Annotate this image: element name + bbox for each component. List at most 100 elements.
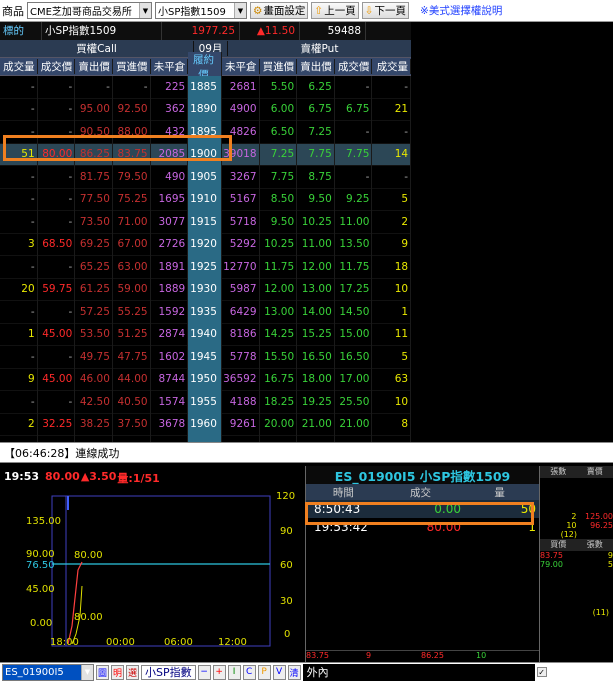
cell-poi: 5987 <box>222 278 260 301</box>
next-page-button[interactable]: ⇩ 下一頁 <box>361 2 410 19</box>
cell-ca: 90.50 <box>75 120 113 143</box>
option-row[interactable]: - -57.25 55.25 1592 1935 6429 13.00 14.00 14.50 1 <box>0 300 411 324</box>
cell-pp: 15.00 <box>335 323 373 346</box>
chain-column-header: 成交量 成交價 賣出價 買進價 未平倉 履約價 未平倉 買進價 賣出價 成交價 … <box>0 51 411 82</box>
cell-k: 1890 <box>188 98 222 121</box>
cell-poi: 2681 <box>222 75 260 98</box>
x-tick: 18:00 <box>50 637 79 648</box>
cell-cp: - <box>38 75 76 98</box>
contract-select[interactable]: 小SP指數1509 ▼ <box>155 2 247 19</box>
cell-poi: 5167 <box>222 188 260 211</box>
option-row[interactable]: - -95.00 92.50 362 1890 4900 6.00 6.75 6.75 21 <box>0 98 411 121</box>
cell-ca: 49.75 <box>75 345 113 368</box>
footer-val: 9 <box>366 651 372 660</box>
cell-ca: 73.50 <box>75 210 113 233</box>
ticker-row[interactable]: 19:53:42 80.00 1 <box>306 518 539 536</box>
cell-pv: - <box>372 75 411 98</box>
option-row[interactable]: - -90.50 88.00 432 1895 4826 6.50 7.25- - <box>0 120 411 144</box>
settings-button[interactable]: ⚙ 畫面設定 <box>250 2 309 19</box>
underlying-price: 1977.25 <box>162 22 240 40</box>
c-icon[interactable]: C <box>242 664 256 680</box>
arrow-up-icon: ⇧ <box>314 4 324 17</box>
cell-cv: 3 <box>0 233 38 256</box>
option-row[interactable]: - -42.50 40.50 1574 1955 4188 18.25 19.25 25.50 1… <box>0 390 411 414</box>
american-option-help-link[interactable]: ※美式選擇權說明 <box>420 3 502 18</box>
cell-pv: 8 <box>372 413 411 436</box>
cell-poi: 12770 <box>222 255 260 278</box>
option-row[interactable]: - -77.50 75.25 1695 1910 5167 8.50 9.50 9.25 5 <box>0 188 411 211</box>
cell-coi: 1602 <box>151 345 189 368</box>
clear-icon[interactable]: 清 <box>287 664 301 680</box>
option-row[interactable]: - -65.25 63.00 1891 1925 12770 11.75 12.00 11.75… <box>0 255 411 279</box>
cell-pp: - <box>335 165 373 188</box>
cell-pb: 7.75 <box>260 165 298 188</box>
chart-icon[interactable]: 圖 <box>96 664 109 680</box>
cell-pa: 21.00 <box>297 413 335 436</box>
option-row[interactable]: - -81.75 79.50 490 1905 3267 7.75 8.75- - <box>0 165 411 189</box>
ticker-volume: 50 <box>520 502 536 516</box>
option-row[interactable]: 9 45.00 46.00 44.00 8744 1950 36592 16.75 18.00 1… <box>0 368 411 391</box>
cell-coi: 1889 <box>151 278 189 301</box>
prev-page-button[interactable]: ⇧ 上一頁 <box>311 2 359 19</box>
option-row[interactable]: 1 45.00 53.50 51.25 2874 1940 8186 14.25 15.25 15… <box>0 323 411 346</box>
minus-icon[interactable]: − <box>197 664 211 680</box>
cell-pa: 6.25 <box>297 75 335 98</box>
cell-poi: 5778 <box>222 345 260 368</box>
ask-row: (12) <box>540 530 613 539</box>
cell-cp: - <box>38 390 76 413</box>
cell-cp: 59.75 <box>38 278 76 301</box>
left-tick: 135.00 <box>26 516 61 527</box>
product-label: 商品 <box>2 4 24 18</box>
option-row[interactable]: - -73.50 71.00 3077 1915 5718 9.50 10.25 11.00 2 <box>0 210 411 234</box>
ticker-col: 量 <box>494 486 505 499</box>
code-select[interactable]: ES_01900I5 ▼ <box>2 663 94 681</box>
option-row[interactable]: 20 59.75 61.25 59.00 1889 1930 5987 12.00 13.00 1… <box>0 278 411 301</box>
cell-cb: 71.00 <box>113 210 151 233</box>
option-row[interactable]: 51 80.00 86.25 83.75 2085 1900 39018 7.25 7.75 7.… <box>0 143 411 166</box>
cell-pp: 13.50 <box>335 233 373 256</box>
cell-poi: 6429 <box>222 300 260 323</box>
option-row[interactable]: - - - -225 1885 2681 5.50 6.25- - <box>0 75 411 99</box>
option-row[interactable]: - -49.75 47.75 1602 1945 5778 15.50 16.50 16.50 5 <box>0 345 411 369</box>
cell-pb: 13.00 <box>260 300 298 323</box>
ticker-row[interactable]: 8:50:43 0.00 50 <box>306 500 539 518</box>
cell-cb: 79.50 <box>113 165 151 188</box>
p-icon[interactable]: P <box>257 664 271 680</box>
cursor-icon[interactable]: I <box>227 664 241 680</box>
cell-cb: 47.75 <box>113 345 151 368</box>
exchange-select[interactable]: CME芝加哥商品交易所 ▼ <box>27 2 152 19</box>
cell-k: 1915 <box>188 210 222 233</box>
point-label: 80.00 <box>74 550 103 561</box>
col-header: 未平倉 <box>222 59 260 74</box>
cell-poi: 3267 <box>222 165 260 188</box>
plus-icon[interactable]: + <box>212 664 226 680</box>
cell-k: 1940 <box>188 323 222 346</box>
cell-pa: 8.75 <box>297 165 335 188</box>
option-row[interactable]: 3 68.50 69.25 67.00 2726 1920 5292 10.25 11.00 13… <box>0 233 411 256</box>
cell-poi: 39018 <box>222 143 260 166</box>
option-row[interactable]: 2 32.25 38.25 37.50 3678 1960 9261 20.00 21.00 21… <box>0 413 411 436</box>
cell-pp: 25.50 <box>335 390 373 413</box>
cell-cv: - <box>0 120 38 143</box>
trade-ticker-panel: ES_01900I5 小SP指數1509 時間 成交 量 8:50:43 0.0… <box>305 466 539 662</box>
cell-cb: 83.75 <box>113 143 151 166</box>
select-icon[interactable]: 選 <box>126 664 139 680</box>
checkbox-icon[interactable]: ✓ <box>536 667 547 677</box>
cell-pa: 14.00 <box>297 300 335 323</box>
price-chart-panel: 19:53 80.00 ▲3.50 量:1/51 135.00 90.00 76… <box>0 466 305 662</box>
exchange-value: CME芝加哥商品交易所 <box>30 7 132 18</box>
footer-val: 83.75 <box>306 651 329 660</box>
detail-icon[interactable]: 明 <box>111 664 124 680</box>
cell-cv: - <box>0 165 38 188</box>
call-header: 買權Call <box>0 41 194 56</box>
cell-cb: 51.25 <box>113 323 151 346</box>
v-icon[interactable]: V <box>272 664 286 680</box>
col-header: 賣出價 <box>75 59 113 74</box>
chevron-down-icon: ▼ <box>81 664 93 680</box>
ticker-footer: 83.75 9 86.25 10 <box>306 650 539 662</box>
cell-cv: 51 <box>0 143 38 166</box>
chain-rows: - - - -225 1885 2681 5.50 6.25- - - -95.00 92.50 362… <box>0 75 411 442</box>
cell-ca: 65.25 <box>75 255 113 278</box>
cell-pb: 6.00 <box>260 98 298 121</box>
cell-k: 1900 <box>188 143 222 166</box>
